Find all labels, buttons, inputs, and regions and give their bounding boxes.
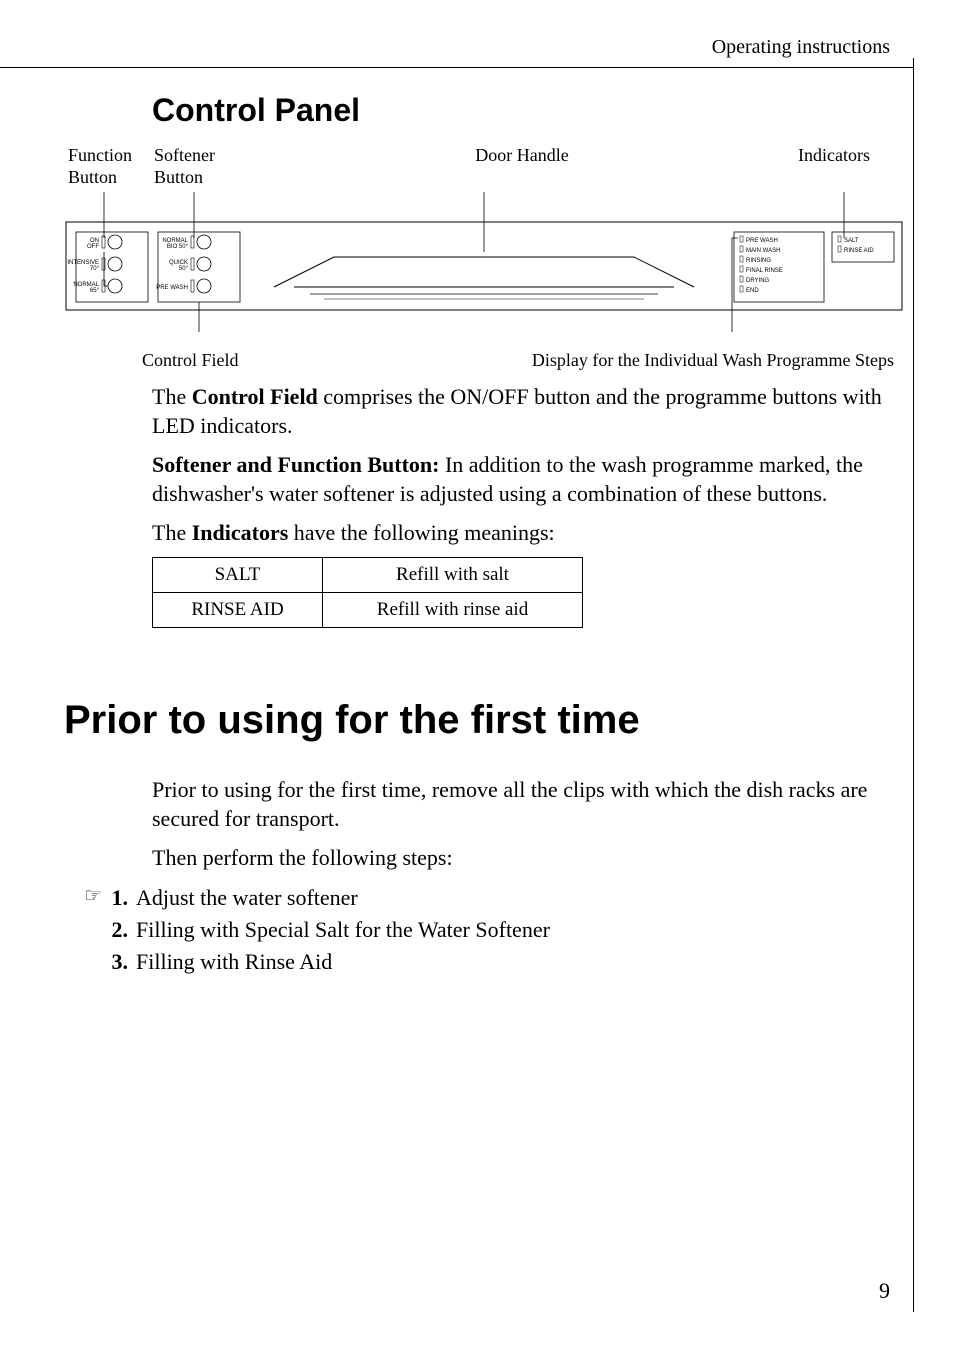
svg-text:END: END xyxy=(746,288,759,294)
svg-text:OFF: OFF xyxy=(87,244,99,250)
table-cell-label: SALT xyxy=(153,557,323,592)
table-cell-meaning: Refill with rinse aid xyxy=(323,592,583,627)
finger-icon: ☞ xyxy=(64,882,106,914)
label-control-field: Control Field xyxy=(142,350,239,372)
step-text: Filling with Special Salt for the Water … xyxy=(132,914,550,946)
running-header: Operating instructions xyxy=(64,36,890,67)
steps-list: ☞ 1. Adjust the water softener 2. Fillin… xyxy=(64,882,890,978)
svg-text:DRYING: DRYING xyxy=(746,278,770,284)
paragraph-softener-function: Softener and Function Button: In additio… xyxy=(152,450,890,508)
finger-icon xyxy=(64,914,106,946)
svg-text:FINAL RINSE: FINAL RINSE xyxy=(746,268,783,274)
diagram-bottom-labels: Control Field Display for the Individual… xyxy=(64,350,904,372)
indicator-table: SALT Refill with salt RINSE AID Refill w… xyxy=(152,557,583,628)
step-number: 2. xyxy=(106,914,132,946)
indicator-steps-list: PRE WASH MAIN WASH RINSING FINAL RINSE D… xyxy=(740,236,783,294)
intro-1: Prior to using for the first time, remov… xyxy=(152,775,890,833)
table-row: SALT Refill with salt xyxy=(153,557,583,592)
page-number: 9 xyxy=(879,1278,890,1304)
label-function-button: Function Button xyxy=(64,145,150,188)
section-title: Control Panel xyxy=(152,92,890,129)
svg-text:65°: 65° xyxy=(90,288,100,294)
finger-icon xyxy=(64,946,106,978)
step-number: 3. xyxy=(106,946,132,978)
main-title: Prior to using for the first time xyxy=(64,698,890,743)
table-cell-meaning: Refill with salt xyxy=(323,557,583,592)
svg-text:50°: 50° xyxy=(179,266,189,272)
btn-prewash: PRE WASH xyxy=(156,285,188,291)
svg-text:RINSE AID: RINSE AID xyxy=(844,248,874,254)
step-text: Filling with Rinse Aid xyxy=(132,946,332,978)
control-panel-diagram: Function Button Softener Button Door Han… xyxy=(64,145,904,372)
table-row: RINSE AID Refill with rinse aid xyxy=(153,592,583,627)
svg-text:BIO 50°: BIO 50° xyxy=(167,244,189,250)
step-number: 1. xyxy=(106,882,132,914)
paragraph-control-field: The Control Field comprises the ON/OFF b… xyxy=(152,382,890,440)
content-column: Control Panel Function Button Softener B… xyxy=(152,92,890,628)
diagram-top-labels: Function Button Softener Button Door Han… xyxy=(64,145,904,188)
paragraph-indicators: The Indicators have the following meanin… xyxy=(152,518,890,547)
intro-2: Then perform the following steps: xyxy=(152,843,890,872)
step-row: ☞ 1. Adjust the water softener xyxy=(64,882,890,914)
indicator-salt-rinse: SALT RINSE AID xyxy=(838,236,874,254)
label-indicators: Indicators xyxy=(794,145,904,188)
header-rule xyxy=(0,67,914,68)
svg-text:RINSING: RINSING xyxy=(746,258,771,264)
svg-text:70°: 70° xyxy=(90,266,100,272)
svg-text:MAIN WASH: MAIN WASH xyxy=(746,248,780,254)
label-softener-button: Softener Button xyxy=(150,145,250,188)
label-door-handle: Door Handle xyxy=(452,145,592,188)
svg-text:SALT: SALT xyxy=(844,238,859,244)
step-row: 3. Filling with Rinse Aid xyxy=(64,946,890,978)
table-cell-label: RINSE AID xyxy=(153,592,323,627)
label-display-steps: Display for the Individual Wash Programm… xyxy=(532,350,894,372)
main-content: Prior to using for the first time, remov… xyxy=(152,775,890,872)
svg-text:PRE WASH: PRE WASH xyxy=(746,238,778,244)
step-text: Adjust the water softener xyxy=(132,882,358,914)
page: Operating instructions Control Panel Fun… xyxy=(0,0,954,978)
diagram-svg: ON OFF INTENSIVE 70° NORMAL 65° NORMAL B… xyxy=(64,192,904,342)
right-margin-rule xyxy=(913,58,914,1312)
step-row: 2. Filling with Special Salt for the Wat… xyxy=(64,914,890,946)
